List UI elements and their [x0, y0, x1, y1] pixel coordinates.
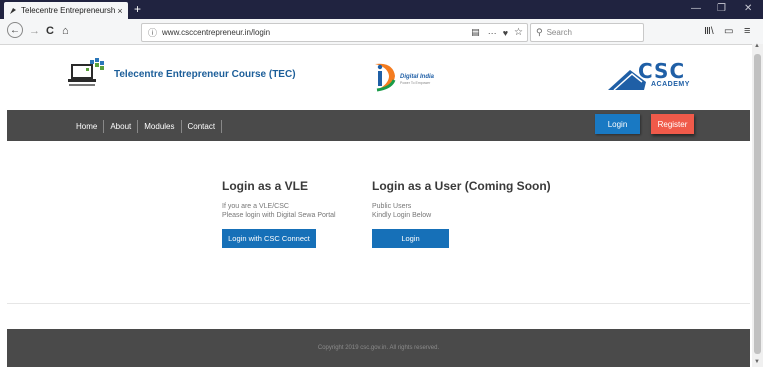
user-desc-line1: Public Users — [372, 203, 412, 210]
library-icon[interactable]: Ⅲ\ — [704, 24, 714, 40]
tec-laptop-logo — [68, 58, 106, 88]
csc-letters: CSC — [638, 59, 686, 83]
user-desc-line2: Kindly Login Below — [372, 212, 432, 219]
nav-about[interactable]: About — [104, 122, 137, 131]
csc-academy-text: ACADEMY — [651, 81, 690, 88]
forward-icon[interactable]: → — [29, 23, 40, 39]
scroll-down-icon[interactable]: ▼ — [754, 359, 760, 365]
tab-close-icon[interactable]: × — [115, 6, 125, 16]
nav-modules[interactable]: Modules — [138, 122, 180, 131]
new-tab-button[interactable]: + — [134, 2, 141, 16]
info-icon[interactable]: ⓘ — [148, 26, 157, 39]
user-login-button[interactable]: Login — [372, 229, 449, 248]
nav-contact[interactable]: Contact — [182, 122, 222, 131]
pocket-icon[interactable]: ♥ — [503, 28, 508, 38]
browser-tab[interactable]: Telecentre Entrepreneurship C × — [4, 2, 128, 19]
window-close-icon[interactable]: ✕ — [744, 3, 752, 14]
search-icon: ⚲ — [536, 27, 543, 37]
vle-login-title: Login as a VLE — [222, 179, 309, 193]
search-bar[interactable]: ⚲ Search — [530, 23, 644, 42]
search-placeholder: Search — [546, 28, 572, 37]
content-divider — [7, 303, 750, 304]
favicon-icon — [9, 7, 17, 15]
digital-india-text: Digital India — [400, 74, 435, 80]
scroll-up-icon[interactable]: ▲ — [754, 43, 760, 49]
maximize-icon[interactable]: ❐ — [717, 3, 726, 14]
header-login-button[interactable]: Login — [595, 114, 640, 134]
nav-home[interactable]: Home — [70, 122, 103, 131]
url-bar[interactable]: ⓘ www.csccentrepreneur.in/login ▤ ··· ♥ … — [141, 23, 528, 42]
header-register-button[interactable]: Register — [651, 114, 694, 134]
reader-view-icon[interactable]: ▤ — [471, 27, 480, 38]
vle-desc-line2: Please login with Digital Sewa Portal — [222, 212, 336, 219]
main-nav: Home About Modules Contact — [70, 120, 223, 133]
page-actions-icon[interactable]: ··· — [488, 28, 497, 38]
footer: Copyright 2019 csc.gov.in. All rights re… — [7, 329, 750, 367]
user-login-title: Login as a User (Coming Soon) — [372, 179, 551, 193]
url-text: www.csccentrepreneur.in/login — [162, 28, 271, 37]
csc-connect-login-button[interactable]: Login with CSC Connect — [222, 229, 316, 248]
digital-india-tagline: Power To Empower — [400, 81, 431, 85]
home-icon[interactable]: ⌂ — [62, 23, 69, 39]
bookmark-star-icon[interactable]: ☆ — [514, 27, 523, 38]
brand-title: Telecentre Entrepreneur Course (TEC) — [114, 69, 296, 80]
minimize-icon[interactable]: — — [691, 3, 701, 14]
reload-icon[interactable]: C — [46, 23, 54, 39]
back-icon[interactable]: ← — [7, 22, 23, 38]
tab-title: Telecentre Entrepreneurship C — [21, 6, 115, 15]
sidebar-icon[interactable]: ▭ — [724, 24, 733, 40]
nav-divider — [221, 120, 223, 133]
menu-icon[interactable]: ≡ — [744, 23, 750, 39]
copyright-text: Copyright 2019 csc.gov.in. All rights re… — [317, 345, 440, 351]
scrollbar-thumb[interactable] — [754, 54, 761, 354]
vle-desc-line1: If you are a VLE/CSC — [222, 203, 289, 210]
